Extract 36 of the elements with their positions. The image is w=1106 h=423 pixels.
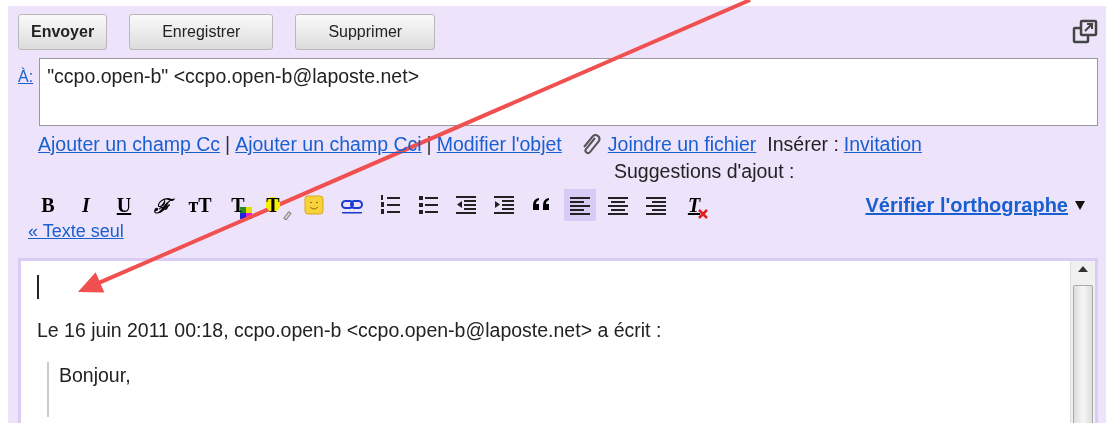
suggestions-label: Suggestions d'ajout : [614,160,796,183]
smiley-icon [302,193,326,217]
add-cc-link[interactable]: Ajouter un champ Cc [38,132,221,156]
edit-subject-link[interactable]: Modifier l'objet [436,132,562,156]
to-field[interactable]: "ccpo.open-b" <ccpo.open-b@laposte.net> [39,58,1098,126]
pop-out-icon[interactable] [1072,19,1098,45]
underline-button[interactable]: U [108,189,140,221]
font-button[interactable]: ℱ [146,189,178,221]
alignleft-button[interactable] [564,189,596,221]
insert-label: Insérer : [767,132,839,156]
separator: | [225,132,231,156]
text-size-button[interactable]: тT [184,189,216,221]
text-cursor [37,275,39,299]
plain-text-link[interactable]: « Texte seul [28,221,1098,242]
caret-icon[interactable] [1074,199,1086,211]
scroll-up-icon[interactable] [1078,265,1088,273]
attach-file-link[interactable]: Joindre un fichier [607,132,757,156]
numbered-list-icon [378,193,402,217]
to-link[interactable]: À: [18,68,34,126]
message-editor[interactable]: Le 16 juin 2011 00:18, ccpo.open-b <ccpo.open-b@laposte.net> a écrit : Bonjour, [18,258,1098,423]
save-button[interactable]: Enregistrer [129,14,274,50]
delete-button[interactable]: Supprimer [295,14,436,50]
quoted-text: Bonjour, [59,364,131,386]
send-button[interactable]: Envoyer [18,14,108,50]
outdent-icon [454,193,478,217]
italic-button[interactable]: I [70,189,102,221]
invitation-link[interactable]: Invitation [843,132,922,156]
pen-icon [282,210,292,220]
bold-button[interactable]: B [32,189,64,221]
remove-formatting-button[interactable]: T [678,189,710,221]
scrollbar[interactable] [1070,261,1095,423]
indent-icon [492,193,516,217]
quote-header: Le 16 juin 2011 00:18, ccpo.open-b <ccpo.open-b@laposte.net> a écrit : [37,319,663,342]
spellcheck-link[interactable]: Vérifier l'orthographe [865,193,1068,217]
scrollbar-thumb[interactable] [1073,285,1093,423]
bulleted-list-icon [416,193,440,217]
